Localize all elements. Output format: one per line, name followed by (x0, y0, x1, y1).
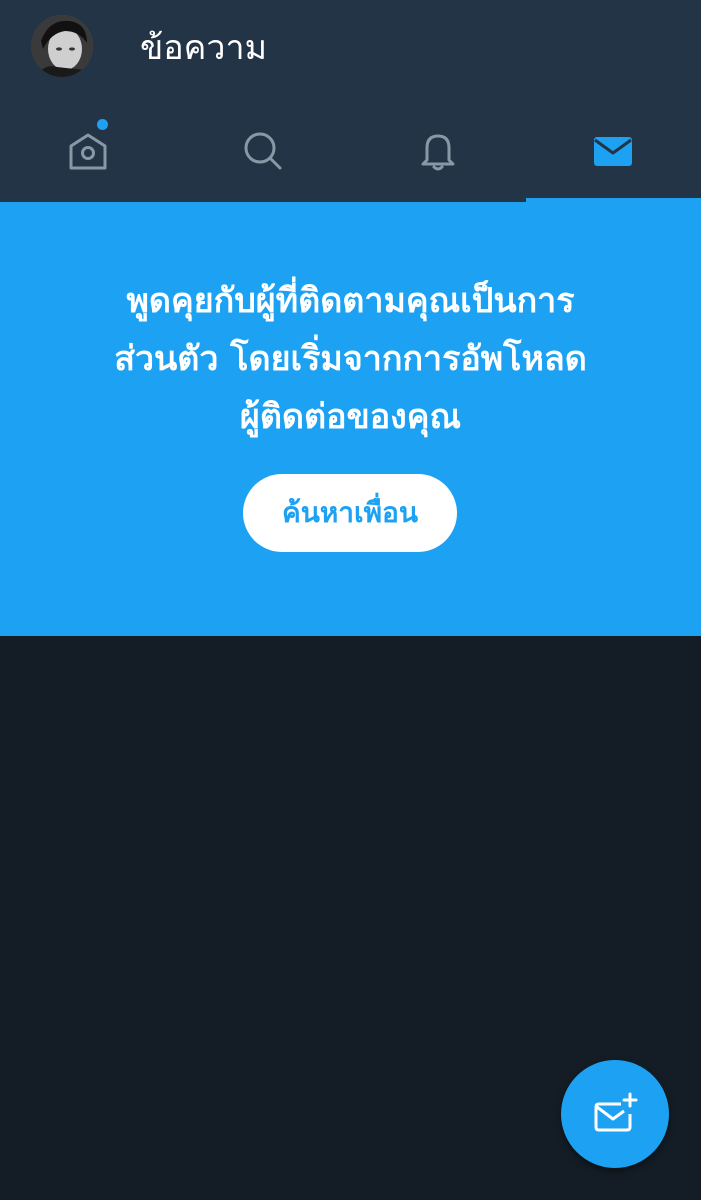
tab-messages[interactable] (525, 100, 701, 202)
banner-line-1: พูดคุยกับผู้ที่ติดตามคุณเป็นการ (126, 281, 575, 321)
tab-bar (0, 100, 701, 202)
envelope-icon (594, 137, 633, 166)
home-icon (69, 133, 107, 170)
tab-search[interactable] (175, 100, 350, 202)
page-title: ข้อความ (140, 28, 268, 68)
new-message-icon (594, 1092, 638, 1132)
banner-line-3: ผู้ติดต่อของคุณ (239, 397, 462, 437)
profile-photo-icon (31, 15, 93, 77)
banner-line-2: ส่วนตัว โดยเริ่มจากการอัพโหลด (114, 339, 587, 379)
top-header: ข้อความ (0, 0, 701, 100)
bell-icon (421, 134, 455, 171)
new-message-button[interactable] (561, 1060, 669, 1168)
banner-message: พูดคุยกับผู้ที่ติดตามคุณเป็นการ ส่วนตัว … (50, 272, 651, 446)
avatar[interactable] (31, 15, 93, 77)
tab-home[interactable] (0, 100, 175, 202)
tab-notifications[interactable] (351, 100, 526, 202)
notification-dot (97, 119, 108, 130)
find-friends-button[interactable]: ค้นหาเพื่อน (243, 474, 457, 552)
search-icon (244, 132, 282, 170)
empty-messages-banner: พูดคุยกับผู้ที่ติดตามคุณเป็นการ ส่วนตัว … (0, 202, 701, 636)
